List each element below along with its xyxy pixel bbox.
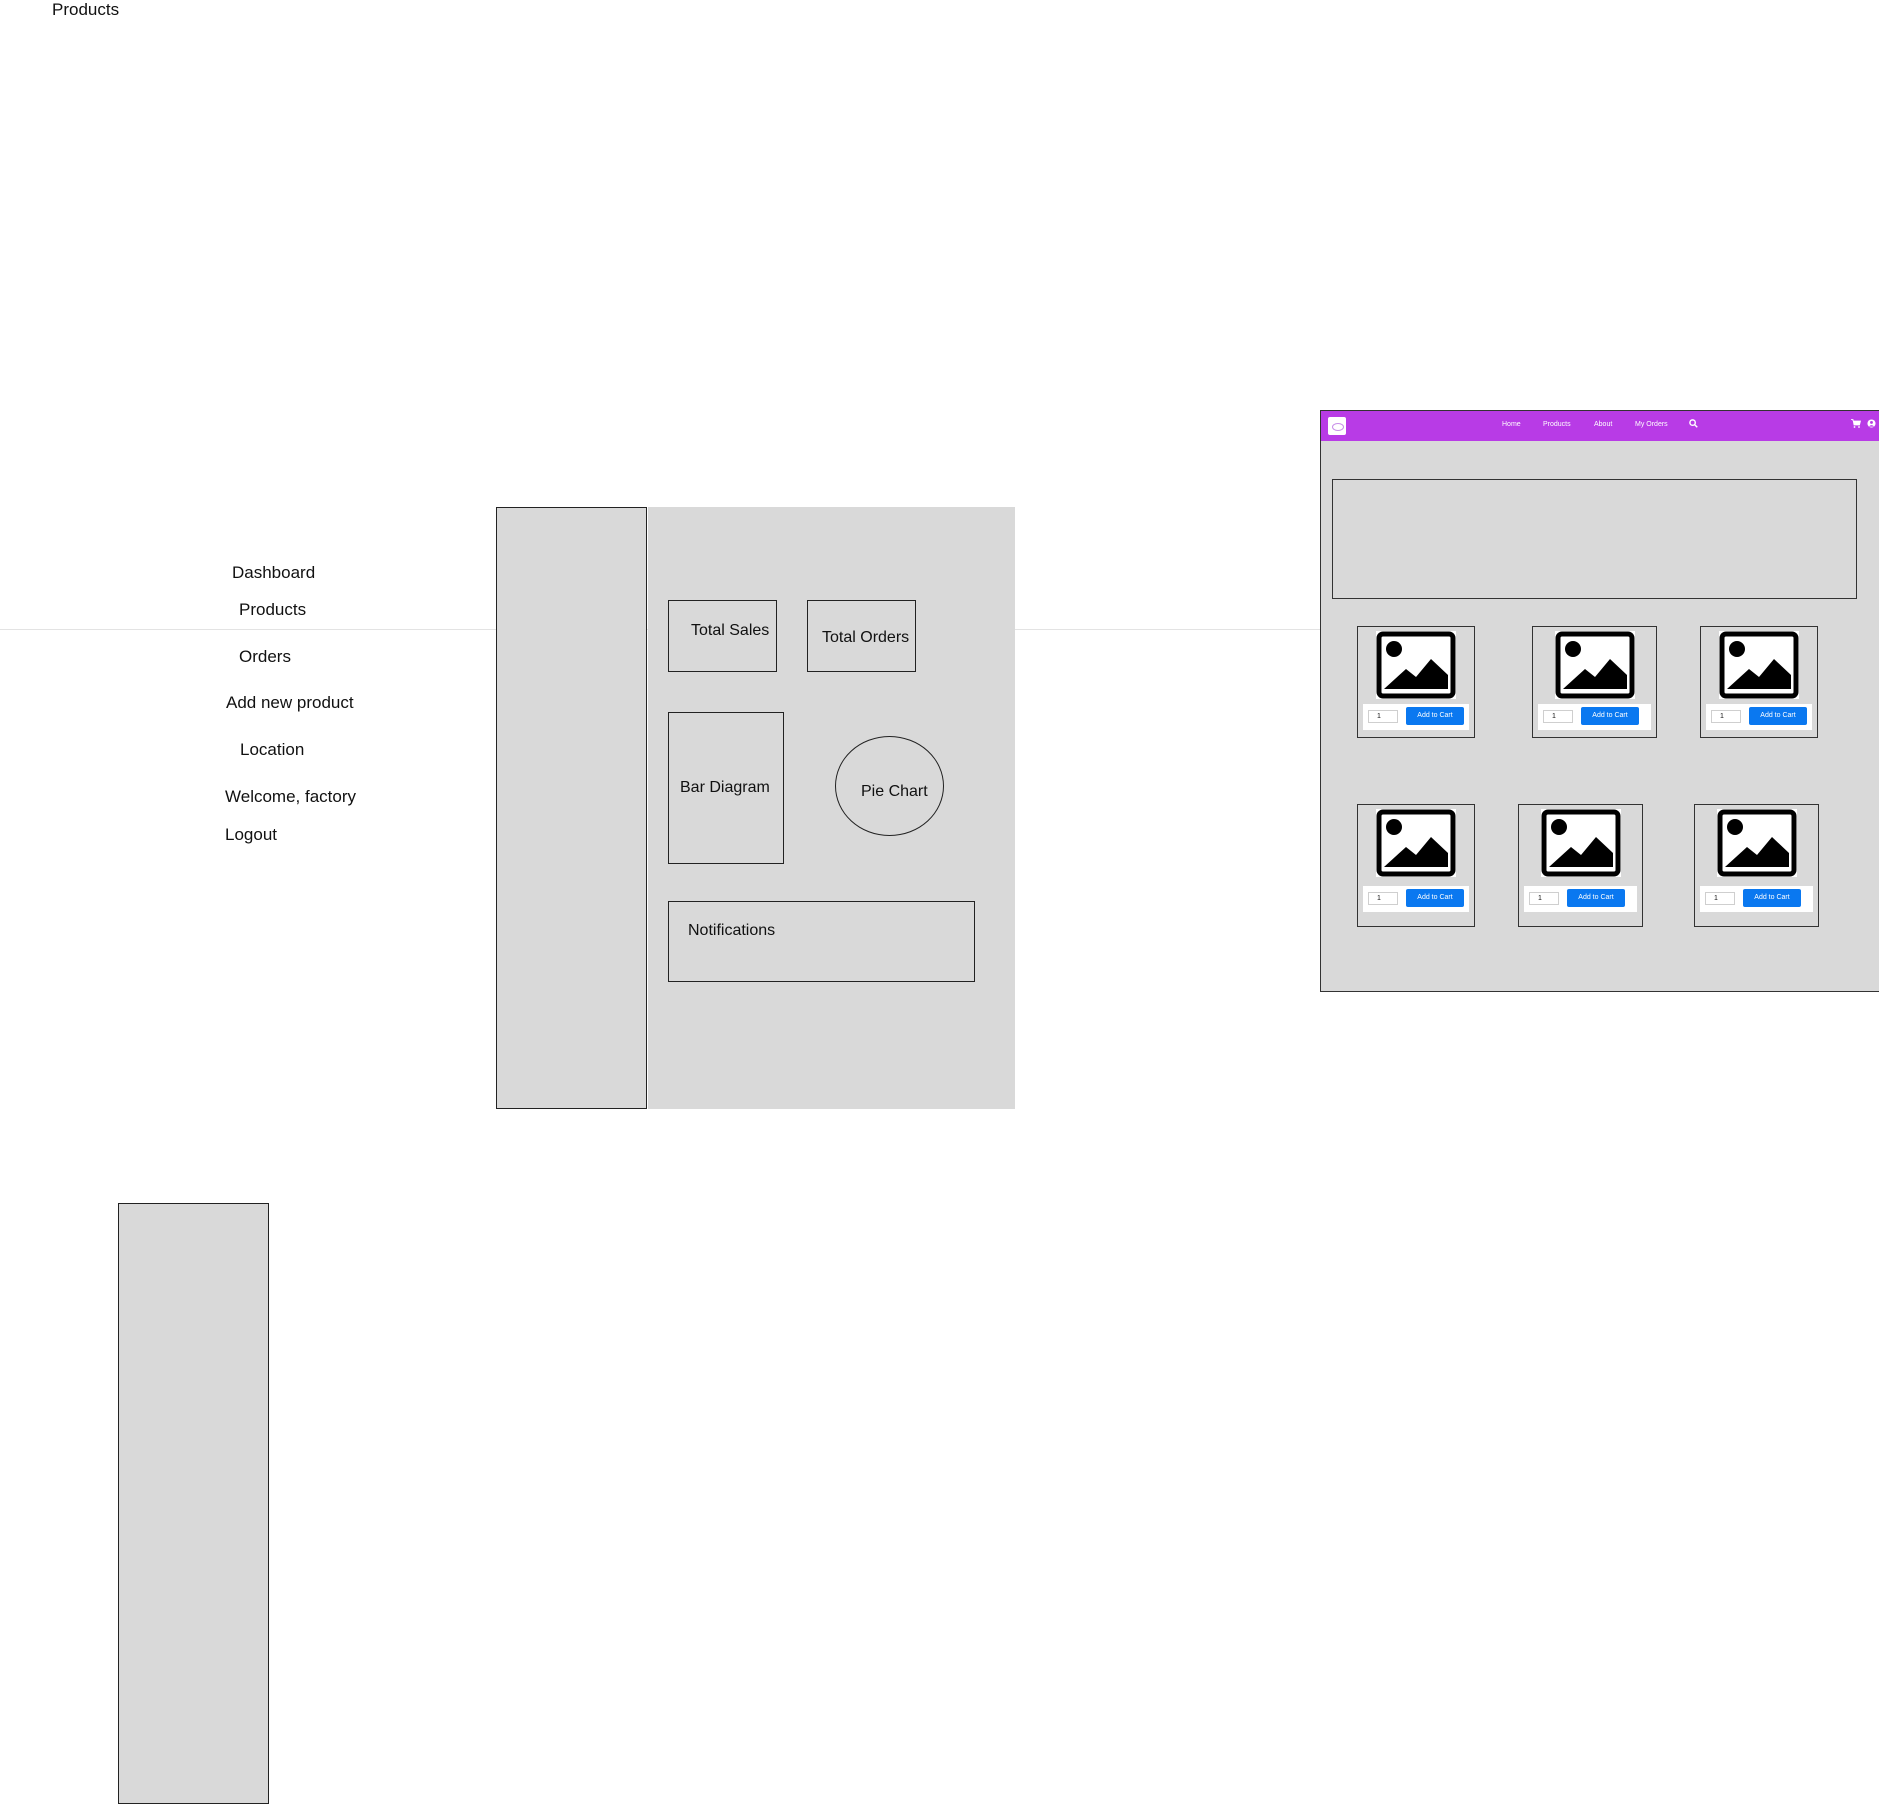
hero-banner <box>1332 479 1857 599</box>
quantity-input[interactable]: 1 <box>1705 892 1735 905</box>
search-icon[interactable] <box>1689 419 1698 430</box>
image-placeholder-icon <box>1719 631 1799 699</box>
product-controls: 1 Add to Cart <box>1363 704 1469 730</box>
notifications-panel: Notifications <box>668 901 975 982</box>
sidebar-item-location[interactable]: Location <box>240 740 304 760</box>
image-placeholder-icon <box>1540 809 1621 877</box>
product-card: 1 Add to Cart <box>1357 626 1475 738</box>
image-placeholder-icon <box>1376 631 1456 699</box>
quantity-input[interactable]: 1 <box>1543 710 1573 723</box>
notifications-label: Notifications <box>688 922 776 939</box>
sidebar-item-products[interactable]: Products <box>239 600 306 620</box>
total-sales-card: Total Sales <box>668 600 777 672</box>
image-placeholder-icon <box>1554 631 1635 699</box>
sidebar-item-orders[interactable]: Orders <box>239 647 291 667</box>
product-controls: 1 Add to Cart <box>1363 886 1469 912</box>
product-card: 1 Add to Cart <box>1357 804 1475 927</box>
nav-home[interactable]: Home <box>1502 421 1521 428</box>
bar-diagram-card: Bar Diagram <box>668 712 784 864</box>
quantity-input[interactable]: 1 <box>1711 710 1741 723</box>
user-icon[interactable] <box>1867 419 1876 430</box>
product-controls: 1 Add to Cart <box>1524 886 1637 912</box>
quantity-input[interactable]: 1 <box>1368 892 1398 905</box>
add-to-cart-button[interactable]: Add to Cart <box>1406 707 1464 725</box>
image-placeholder-icon <box>1376 809 1456 877</box>
total-sales-label: Total Sales <box>691 622 770 639</box>
image-placeholder-icon <box>1716 809 1797 877</box>
product-card: 1 Add to Cart <box>1700 626 1818 738</box>
add-to-cart-button[interactable]: Add to Cart <box>1567 889 1625 907</box>
quantity-input[interactable]: 1 <box>1529 892 1559 905</box>
welcome-text: Welcome, factory <box>225 787 357 806</box>
product-controls: 1 Add to Cart <box>1538 704 1651 730</box>
product-card: 1 Add to Cart <box>1518 804 1643 927</box>
product-card: 1 Add to Cart <box>1694 804 1819 927</box>
nav-my-orders[interactable]: My Orders <box>1635 421 1668 428</box>
add-to-cart-button[interactable]: Add to Cart <box>1749 707 1807 725</box>
quantity-input[interactable]: 1 <box>1368 710 1398 723</box>
nav-about[interactable]: About <box>1594 421 1612 428</box>
logo-icon[interactable] <box>1328 417 1346 435</box>
shop-navbar: Home Products About My Orders <box>1321 411 1879 441</box>
logout-link[interactable]: Logout <box>225 825 277 845</box>
pie-chart-label: Pie Chart <box>861 783 928 800</box>
sidebar-item-add-new-product[interactable]: Add new product <box>226 693 354 713</box>
product-card: 1 Add to Cart <box>1532 626 1657 738</box>
total-orders-card: Total Orders <box>807 600 916 672</box>
page-label: Products <box>52 0 120 19</box>
shop-window: Home Products About My Orders 1 Add to C… <box>1320 410 1879 992</box>
cart-icon[interactable] <box>1851 419 1862 430</box>
product-controls: 1 Add to Cart <box>1706 704 1812 730</box>
product-controls: 1 Add to Cart <box>1700 886 1813 912</box>
total-orders-label: Total Orders <box>822 629 910 646</box>
sidebar-placeholder <box>118 1203 269 1804</box>
add-to-cart-button[interactable]: Add to Cart <box>1406 889 1464 907</box>
nav-products[interactable]: Products <box>1543 421 1571 428</box>
sidebar-item-dashboard[interactable]: Dashboard <box>232 563 315 583</box>
add-to-cart-button[interactable]: Add to Cart <box>1743 889 1801 907</box>
add-to-cart-button[interactable]: Add to Cart <box>1581 707 1639 725</box>
dashboard-sidebar <box>496 507 647 1109</box>
pie-chart-circle: Pie Chart <box>835 736 944 836</box>
bar-diagram-label: Bar Diagram <box>680 779 770 796</box>
